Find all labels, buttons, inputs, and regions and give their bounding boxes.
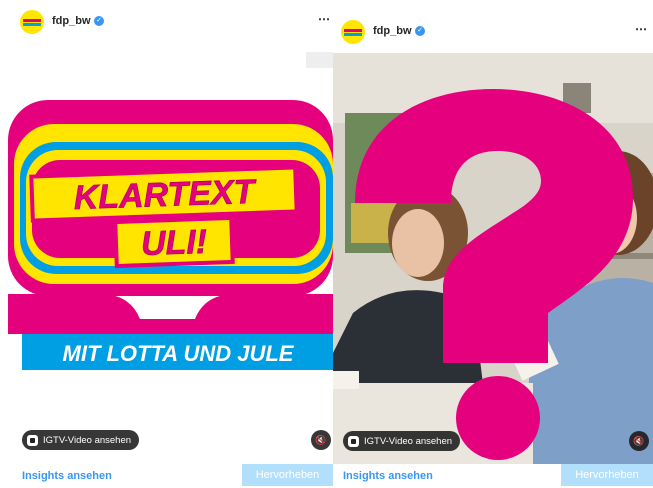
classroom-scene [333,53,653,465]
verified-badge-icon: ✓ [415,26,425,36]
username[interactable]: fdp_bw [52,15,91,27]
post-media[interactable]: KLARTEXT ULI! MIT LOTTA UND JULE IGTV-Vi… [0,44,333,464]
post-header: fdp_bw ✓ ⋯ [0,0,333,44]
avatar[interactable] [341,20,365,44]
logo-outer-magenta-bottom [8,294,333,334]
igtv-icon [348,435,359,447]
mute-icon[interactable]: 🔇 [311,430,331,450]
insights-link[interactable]: Insights ansehen [343,470,433,482]
boost-button[interactable]: Hervorheben [561,464,653,486]
igtv-video-button[interactable]: IGTV-Video ansehen [22,430,140,450]
igtv-label: IGTV-Video ansehen [43,434,132,446]
avatar[interactable] [20,10,44,34]
mute-icon[interactable]: 🔇 [629,431,649,451]
igtv-video-button[interactable]: IGTV-Video ansehen [343,431,461,451]
paper-sheet [333,371,359,389]
post-header: fdp_bw ✓ ⋯ [333,0,653,53]
post-card-left: fdp_bw ✓ ⋯ KLARTEXT ULI! MIT LOTTA UND J… [0,0,333,488]
girl-left-face [392,209,444,277]
post-card-right: fdp_bw ✓ ⋯ IGTV-Video ansehen 🔇 Insights… [333,0,653,488]
post-media[interactable]: IGTV-Video ansehen 🔇 [333,53,653,465]
headline-line2: ULI! [140,223,207,263]
post-footer: Insights ansehen Hervorheben [0,464,333,488]
username[interactable]: fdp_bw [373,25,412,37]
igtv-label: IGTV-Video ansehen [364,435,453,447]
more-options-icon[interactable]: ⋯ [318,12,331,26]
boost-button[interactable]: Hervorheben [242,464,333,486]
more-options-icon[interactable]: ⋯ [635,22,648,36]
igtv-icon [27,434,38,446]
klartext-artwork: KLARTEXT ULI! MIT LOTTA UND JULE [8,52,333,370]
headline-line1: KLARTEXT [73,173,258,217]
post-footer: Insights ansehen Hervorheben [333,464,653,488]
verified-badge-icon: ✓ [94,16,104,26]
banner-text: MIT LOTTA UND JULE [63,341,295,366]
ghost-label [306,52,333,68]
insights-link[interactable]: Insights ansehen [22,470,112,482]
question-mark-dot [456,376,540,460]
